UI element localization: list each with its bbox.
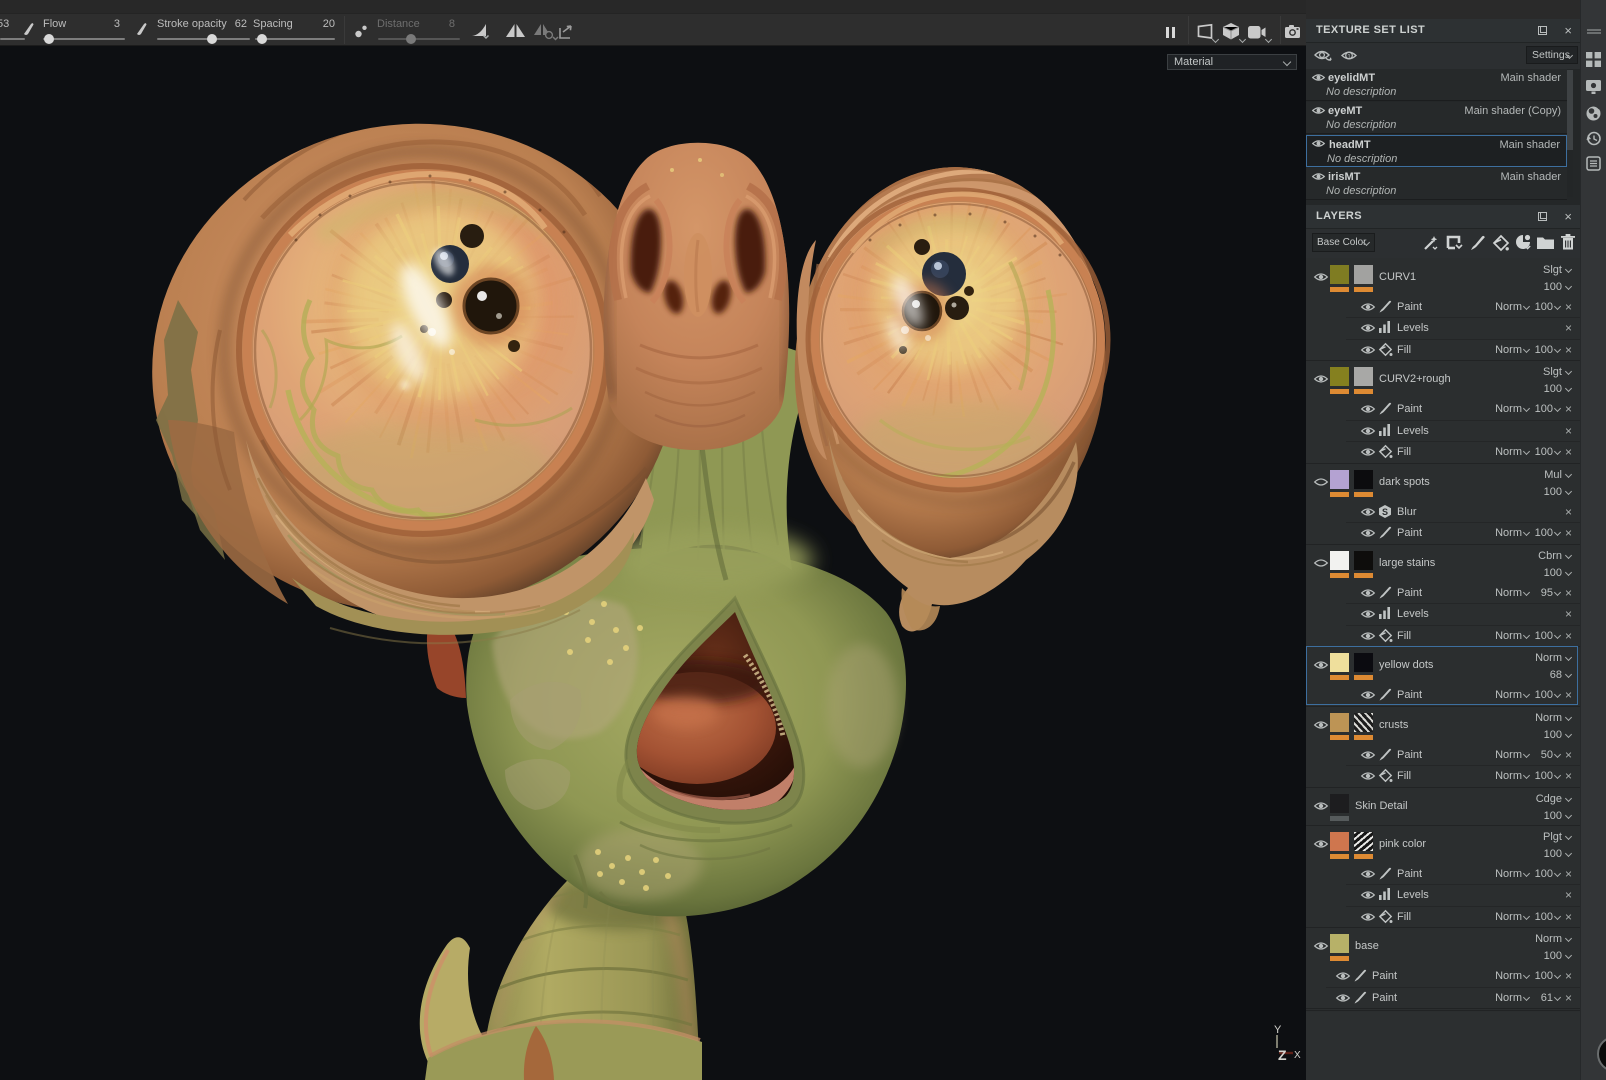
svg-text:S: S	[1382, 507, 1388, 517]
svg-text:X: X	[1294, 1050, 1301, 1061]
svg-text:Z: Z	[1278, 1047, 1287, 1063]
svg-text:Y: Y	[1274, 1024, 1282, 1036]
svg-text:1: 1	[1347, 53, 1351, 60]
